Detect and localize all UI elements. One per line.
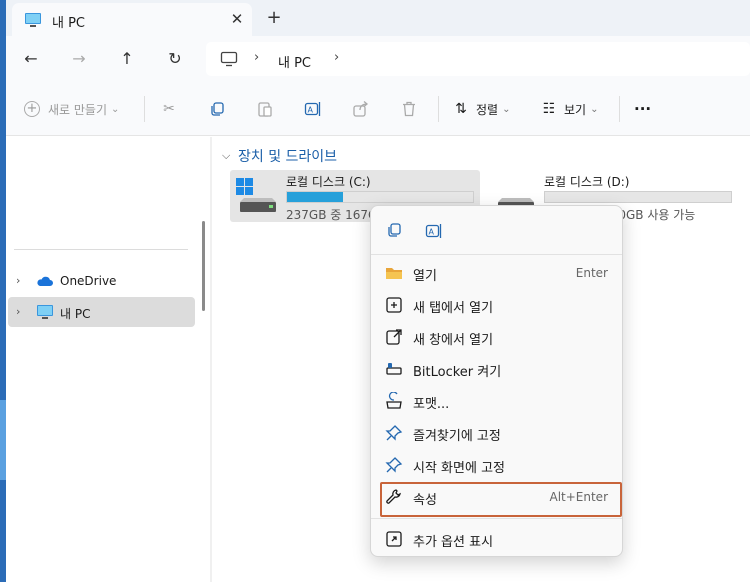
menu-item-pin-quick-access[interactable]: 즐겨찾기에 고정 [377, 418, 616, 448]
sort-button[interactable]: ⇅ 정렬 ⌄ [452, 98, 510, 120]
menu-item-show-more-options[interactable]: 추가 옵션 표시 [377, 524, 616, 554]
copy-icon [211, 102, 224, 116]
properties-highlight-box [380, 482, 622, 517]
format-icon [386, 392, 402, 409]
drive-label: 로컬 디스크 (C:) [286, 175, 371, 189]
chevron-down-icon: ⌄ [111, 103, 120, 115]
group-collapse-icon[interactable]: ⌵ [222, 149, 230, 163]
back-button[interactable]: ← [18, 46, 44, 72]
delete-button[interactable] [400, 98, 418, 120]
tab-this-pc[interactable]: 내 PC ✕ [12, 3, 252, 36]
menu-item-label: 포맷... [413, 397, 450, 412]
toolbar-divider [438, 96, 439, 122]
new-tab-icon [386, 297, 402, 313]
windows-drive-icon [236, 178, 276, 212]
menu-item-label: 추가 옵션 표시 [413, 535, 494, 550]
address-bar[interactable]: › 내 PC › [206, 42, 750, 76]
chevron-right-icon[interactable]: › [16, 274, 20, 287]
svg-text:A: A [308, 106, 314, 115]
more-options-button[interactable]: ··· [634, 98, 651, 120]
pc-icon [25, 13, 41, 27]
new-button[interactable]: + 새로 만들기 ⌄ [24, 98, 119, 120]
sidebar-item-onedrive[interactable]: › OneDrive [8, 266, 195, 296]
monitor-icon [220, 51, 238, 67]
chevron-down-icon: ⌄ [502, 103, 511, 115]
breadcrumb-chevron[interactable]: › [334, 50, 339, 65]
pin-start-icon [385, 457, 403, 473]
share-button[interactable] [352, 98, 370, 120]
drive-usage-fill [287, 192, 343, 202]
sort-label: 정렬 [476, 102, 499, 117]
menu-item-label: 즐겨찾기에 고정 [413, 429, 501, 444]
view-button[interactable]: ☷ 보기 ⌄ [540, 98, 599, 120]
refresh-button[interactable]: ↻ [162, 46, 188, 72]
folder-open-icon [386, 268, 402, 279]
menu-item-pin-start[interactable]: 시작 화면에 고정 [377, 450, 616, 480]
menu-item-label: 새 탭에서 열기 [413, 301, 494, 316]
menu-item-bitlocker[interactable]: BitLocker 켜기 [377, 354, 616, 384]
share-icon [353, 101, 369, 117]
navigation-pane: › OneDrive › 내 PC [6, 137, 206, 582]
pc-icon [37, 305, 53, 319]
breadcrumb-this-pc[interactable]: 내 PC [278, 52, 311, 71]
drive-label: 로컬 디스크 (D:) [544, 175, 630, 189]
sidebar-item-label: OneDrive [60, 274, 117, 288]
svg-text:A: A [429, 228, 435, 237]
sort-icon: ⇅ [455, 101, 467, 117]
view-list-icon: ☷ [542, 101, 556, 117]
cut-button[interactable]: ✂ [160, 98, 178, 120]
menu-separator [371, 518, 622, 519]
drive-usage-bar [286, 191, 474, 203]
breadcrumb-chevron[interactable]: › [254, 50, 259, 65]
paste-button[interactable] [256, 98, 274, 120]
menu-item-label: 새 창에서 열기 [413, 333, 494, 348]
group-title[interactable]: 장치 및 드라이브 [238, 146, 337, 166]
menu-item-label: 시작 화면에 고정 [413, 461, 505, 476]
rename-button[interactable]: A [304, 98, 322, 120]
menu-item-open-new-window[interactable]: 새 창에서 열기 [377, 322, 616, 352]
trash-icon [403, 101, 415, 117]
copy-icon[interactable] [383, 220, 405, 242]
chevron-right-icon[interactable]: › [16, 305, 20, 318]
copy-button[interactable] [208, 98, 226, 120]
menu-separator [371, 254, 622, 255]
menu-item-format[interactable]: 포맷... [377, 386, 616, 416]
address-row: ← → ↑ ↻ › 내 PC › [6, 36, 750, 82]
key-icon [386, 363, 402, 375]
new-window-icon [386, 329, 402, 345]
tab-title: 내 PC [52, 16, 86, 31]
nav-divider [14, 249, 188, 250]
drive-usage-bar [544, 191, 732, 203]
new-label: 새로 만들기 [48, 102, 108, 117]
chevron-down-icon: ⌄ [590, 103, 599, 115]
sidebar-item-label: 내 PC [60, 307, 91, 321]
toolbar-divider [144, 96, 145, 122]
close-tab-icon[interactable]: ✕ [228, 10, 246, 28]
new-tab-button[interactable]: + [264, 8, 284, 28]
menu-item-label: 열기 [413, 269, 437, 284]
command-bar: + 새로 만들기 ⌄ ✂ A ⇅ 정렬 ⌄ ☷ 보기 ⌄ ··· [6, 82, 750, 136]
cloud-icon [37, 276, 53, 286]
tab-bar: 내 PC ✕ + [6, 0, 750, 36]
rename-icon[interactable]: A [423, 220, 445, 242]
context-quick-actions: A [371, 206, 622, 254]
menu-item-label: BitLocker 켜기 [413, 365, 502, 380]
menu-item-open-new-tab[interactable]: 새 탭에서 열기 [377, 290, 616, 320]
view-label: 보기 [564, 102, 587, 117]
paste-icon [258, 102, 272, 117]
more-options-icon [386, 531, 402, 547]
menu-item-shortcut: Enter [575, 266, 608, 280]
toolbar-divider [619, 96, 620, 122]
plus-circle-icon: + [24, 101, 40, 117]
scissors-icon: ✂ [163, 101, 175, 117]
nav-scrollbar[interactable] [202, 221, 205, 311]
menu-item-open[interactable]: 열기 Enter [377, 258, 616, 288]
up-button[interactable]: ↑ [114, 46, 140, 72]
sidebar-item-this-pc[interactable]: › 내 PC [8, 297, 195, 327]
pin-icon [385, 425, 403, 441]
rename-icon: A [304, 102, 321, 116]
forward-button[interactable]: → [66, 46, 92, 72]
